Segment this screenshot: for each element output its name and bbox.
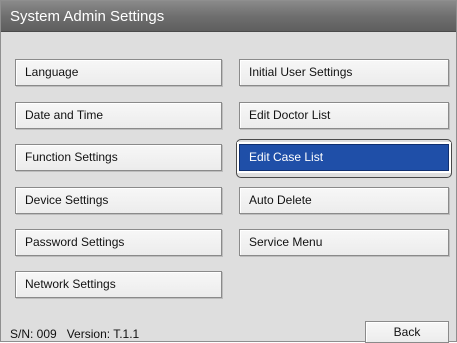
- window-title: System Admin Settings: [1, 1, 456, 32]
- function-settings-button[interactable]: Function Settings: [15, 144, 222, 171]
- edit-doctor-list-button[interactable]: Edit Doctor List: [239, 102, 449, 129]
- serial-number: S/N: 009: [10, 327, 57, 341]
- password-settings-button[interactable]: Password Settings: [15, 229, 222, 256]
- date-and-time-button[interactable]: Date and Time: [15, 102, 222, 129]
- initial-user-settings-button[interactable]: Initial User Settings: [239, 59, 449, 86]
- edit-case-list-button[interactable]: Edit Case List: [237, 142, 451, 173]
- version-label: Version: T.1.1: [66, 327, 140, 341]
- auto-delete-button[interactable]: Auto Delete: [239, 187, 449, 214]
- language-button[interactable]: Language: [15, 59, 222, 86]
- device-settings-button[interactable]: Device Settings: [15, 187, 222, 214]
- network-settings-button[interactable]: Network Settings: [15, 271, 222, 298]
- back-button[interactable]: Back: [365, 321, 449, 343]
- system-admin-settings-window: System Admin Settings Language Date and …: [0, 0, 457, 343]
- service-menu-button[interactable]: Service Menu: [239, 229, 449, 256]
- device-info: S/N: 009 Version: T.1.1: [10, 327, 139, 341]
